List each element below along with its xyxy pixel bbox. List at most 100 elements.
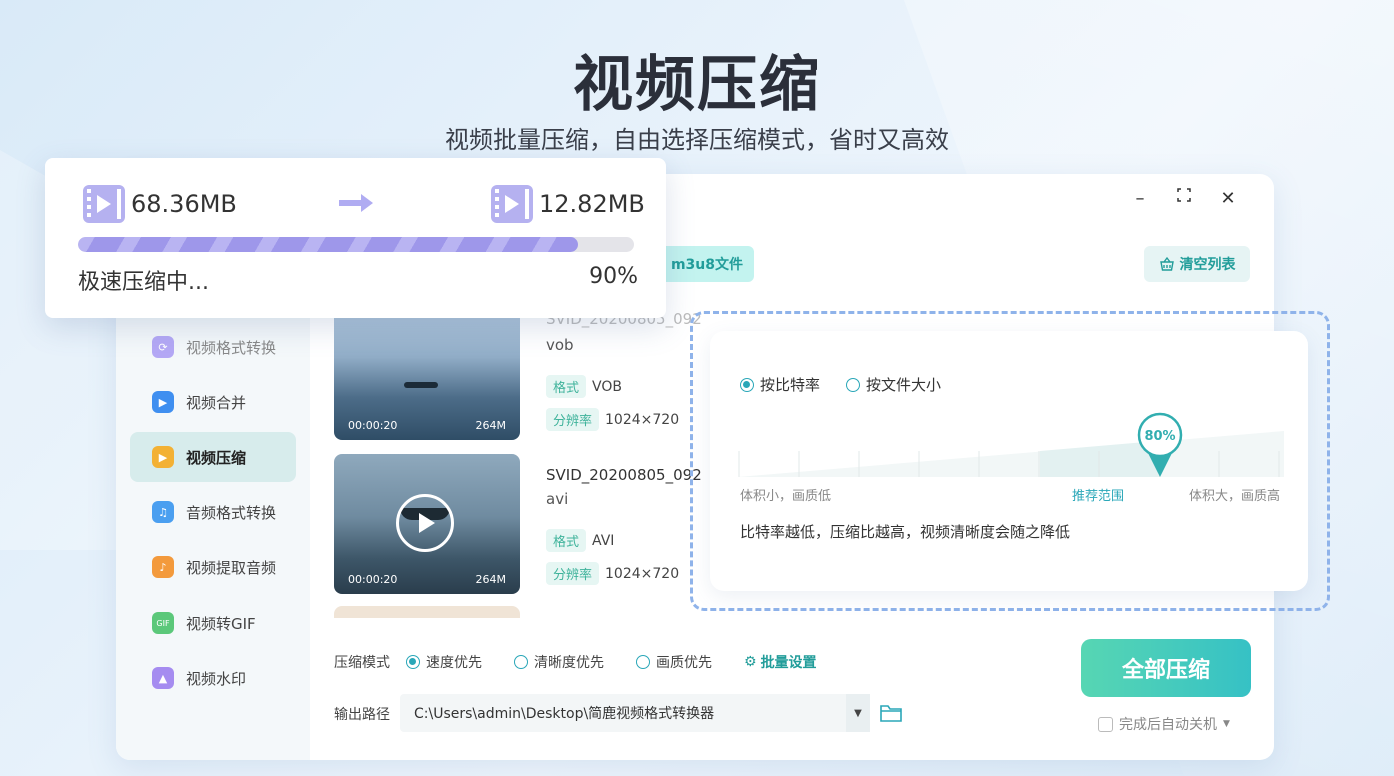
auto-shutdown-label: 完成后自动关机 — [1119, 717, 1217, 733]
radio-speed[interactable]: 速度优先 — [406, 652, 482, 672]
sidebar-item-label: 视频水印 — [186, 669, 247, 688]
maximize-button[interactable] — [1174, 188, 1194, 209]
basket-icon — [1159, 256, 1174, 271]
radio-by-size[interactable]: 按文件大小 — [846, 374, 941, 395]
video-thumbnail: 00:00:20 264M — [334, 454, 520, 594]
chevron-down-icon: ▼ — [1223, 719, 1230, 729]
resolution-tag: 分辨率 — [546, 408, 600, 431]
resolution-row: 分辨率 1024×720 — [546, 562, 679, 585]
sidebar-item-label: 视频转GIF — [186, 614, 256, 633]
add-m3u8-button[interactable]: m3u8文件 — [660, 246, 754, 282]
video-thumbnail — [334, 606, 520, 618]
sidebar-item-label: 视频压缩 — [186, 448, 247, 467]
duration: 00:00:20 — [348, 573, 398, 586]
progress-status: 极速压缩中... — [78, 270, 209, 295]
file-card[interactable]: 00:00:20 264M SVID_20200805_092 avi 格式 A… — [334, 454, 702, 594]
scale-mid-label: 推荐范围 — [1072, 489, 1125, 504]
clear-list-button[interactable]: 清空列表 — [1144, 246, 1250, 282]
gif-icon: GIF — [152, 612, 174, 634]
sidebar-item-audio-convert[interactable]: ♫ 音频格式转换 — [130, 487, 296, 537]
folder-button[interactable] — [880, 703, 902, 727]
scale-left-label: 体积小，画质低 — [740, 489, 832, 504]
radio-label: 清晰度优先 — [534, 655, 604, 671]
sidebar-item-video-compress[interactable]: ▶ 视频压缩 — [130, 432, 296, 482]
sidebar-item-video-gif[interactable]: GIF 视频转GIF — [130, 598, 296, 648]
sidebar-item-label: 视频格式转换 — [186, 338, 277, 357]
format-value: VOB — [592, 378, 622, 395]
play-button[interactable] — [396, 494, 454, 552]
arrow-right-icon — [339, 194, 373, 212]
format-value: AVI — [592, 532, 615, 549]
maximize-icon — [1177, 188, 1191, 202]
batch-settings-button[interactable]: ⚙ 批量设置 — [744, 652, 817, 672]
bitrate-popup: 按比特率 按文件大小 80% 体积小，画质低 推荐范围 体积大，画质高 比特率越… — [710, 331, 1308, 591]
original-size-value: 68.36MB — [131, 190, 237, 218]
video-convert-icon: ⟳ — [152, 336, 174, 358]
radio-dot — [740, 377, 754, 392]
duration: 00:00:20 — [348, 419, 398, 432]
sidebar-item-watermark[interactable]: ▲ 视频水印 — [130, 653, 296, 703]
radio-dot — [406, 655, 420, 669]
compress-mode-label: 压缩模式 — [334, 655, 390, 671]
checkbox[interactable] — [1098, 716, 1113, 732]
compress-all-button[interactable]: 全部压缩 — [1081, 639, 1251, 697]
progress-card: 68.36MB 12.82MB 极速压缩中... 90% — [45, 158, 666, 318]
bitrate-slider[interactable]: 80% — [738, 411, 1284, 483]
video-file-icon — [491, 185, 533, 223]
radio-clarity[interactable]: 清晰度优先 — [514, 652, 604, 672]
slider-marker-label: 80% — [1144, 429, 1175, 444]
add-m3u8-label: m3u8文件 — [670, 257, 744, 273]
window-controls: – ✕ — [1130, 188, 1238, 209]
radio-quality[interactable]: 画质优先 — [636, 652, 712, 672]
clear-list-label: 清空列表 — [1179, 257, 1236, 273]
batch-settings-label: 批量设置 — [760, 655, 817, 671]
radio-label: 速度优先 — [426, 655, 482, 671]
original-size: 68.36MB — [83, 185, 237, 223]
file-size: 264M — [475, 573, 507, 586]
chevron-down-icon: ▼ — [854, 707, 862, 719]
resolution-row: 分辨率 1024×720 — [546, 408, 679, 431]
sidebar-item-video-merge[interactable]: ▶ 视频合并 — [130, 377, 296, 427]
bitrate-mode-group: 按比特率 按文件大小 — [740, 374, 941, 395]
gear-icon: ⚙ — [744, 654, 757, 670]
format-row: 格式 VOB — [546, 375, 622, 398]
boat-shape — [404, 382, 438, 388]
progress-bar — [78, 237, 634, 252]
format-tag: 格式 — [546, 529, 587, 552]
radio-by-bitrate[interactable]: 按比特率 — [740, 374, 820, 395]
file-ext: avi — [546, 490, 569, 508]
sidebar-item-label: 视频合并 — [186, 393, 247, 412]
sidebar-item-extract-audio[interactable]: ♪ 视频提取音频 — [130, 542, 296, 592]
page-subtitle: 视频批量压缩，自由选择压缩模式，省时又高效 — [445, 126, 949, 154]
watermark-icon: ▲ — [152, 667, 174, 689]
radio-dot — [636, 655, 650, 669]
scale-right-label: 体积大，画质高 — [1188, 489, 1280, 504]
video-compress-icon: ▶ — [152, 446, 174, 468]
resolution-value: 1024×720 — [605, 565, 680, 582]
compress-mode-group: 速度优先 清晰度优先 画质优先 ⚙ 批量设置 — [406, 652, 817, 672]
file-card[interactable]: 00:00:20 264M SVID_20200805_092 vob 格式 V… — [334, 300, 702, 440]
video-thumbnail: 00:00:20 264M — [334, 300, 520, 440]
radio-label: 按文件大小 — [866, 376, 942, 394]
format-row: 格式 AVI — [546, 529, 614, 552]
format-tag: 格式 — [546, 375, 587, 398]
path-dropdown-button[interactable]: ▼ — [846, 694, 870, 732]
compress-all-label: 全部压缩 — [1121, 658, 1210, 683]
sidebar-item-label: 音频格式转换 — [186, 503, 277, 522]
auto-shutdown-option[interactable]: 完成后自动关机 ▼ — [1098, 714, 1230, 734]
output-path-field[interactable]: C:\Users\admin\Desktop\简鹿视频格式转换器 — [400, 694, 870, 732]
audio-convert-icon: ♫ — [152, 501, 174, 523]
file-size: 264M — [475, 419, 507, 432]
radio-dot — [846, 377, 861, 392]
radio-dot — [514, 655, 528, 669]
resolution-tag: 分辨率 — [546, 562, 600, 585]
sidebar-item-label: 视频提取音频 — [186, 558, 277, 577]
minimize-button[interactable]: – — [1130, 188, 1150, 209]
folder-icon — [880, 705, 902, 722]
progress-bar-fill — [78, 237, 579, 252]
bitrate-hint: 比特率越低，压缩比越高，视频清晰度会随之降低 — [740, 523, 1071, 541]
close-button[interactable]: ✕ — [1218, 188, 1238, 209]
sidebar-item-video-convert[interactable]: ⟳ 视频格式转换 — [130, 322, 296, 372]
file-name: SVID_20200805_092 — [546, 466, 702, 484]
extract-audio-icon: ♪ — [152, 556, 174, 578]
